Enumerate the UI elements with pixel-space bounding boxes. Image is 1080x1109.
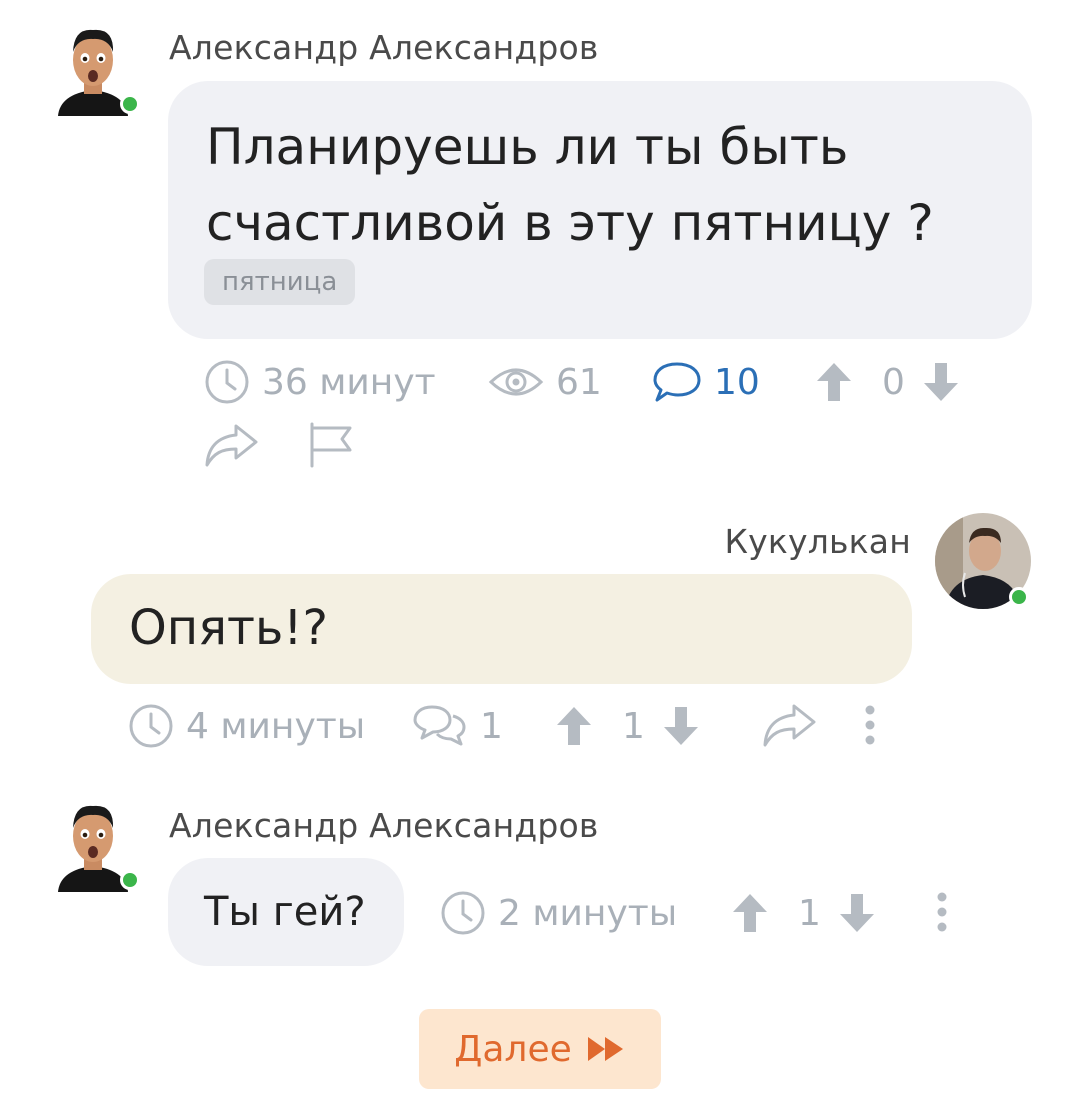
downvote-icon[interactable] (921, 360, 961, 404)
rating-value: 1 (798, 892, 821, 934)
replies-icon (413, 705, 466, 746)
message-bubble: Ты гей? (168, 858, 404, 966)
time-label: 4 минуты (186, 705, 366, 747)
post-time: 36 минут (262, 361, 436, 403)
message-text-line: Планируешь ли ты быть (206, 118, 849, 176)
online-indicator (120, 94, 140, 114)
online-indicator (1009, 587, 1029, 607)
online-indicator (120, 870, 140, 890)
comment-time: 2 минуты (440, 889, 677, 937)
message-text-line: счастливой в эту пятницу ? (206, 194, 934, 252)
reply-time: 4 минуты (128, 702, 365, 750)
tag-chip[interactable]: пятница (204, 259, 356, 305)
eye-icon (488, 368, 544, 396)
share-icon[interactable] (760, 700, 818, 750)
replies-count: 1 (480, 705, 503, 747)
clock-icon (129, 704, 173, 748)
rating-value: 1 (622, 705, 645, 747)
message-text: Опять!? (129, 600, 329, 656)
rating-control: 1 (554, 702, 701, 750)
next-page-label: Далее (454, 1028, 572, 1070)
rating-control: 1 (730, 889, 877, 937)
message-bubble: Планируешь ли ты быть счастливой в эту п… (168, 81, 1032, 339)
avatar[interactable] (56, 24, 140, 116)
avatar-image (58, 29, 128, 116)
time-label: 2 минуты (498, 892, 678, 934)
message-text: Ты гей? (204, 889, 366, 935)
post-meta-row: 36 минут (204, 358, 436, 406)
clock-icon (205, 360, 249, 404)
message-text: Планируешь ли ты быть счастливой в эту п… (206, 109, 934, 261)
fast-forward-icon (587, 1037, 623, 1061)
views-count: 61 (556, 361, 602, 403)
more-options-icon[interactable] (932, 889, 952, 935)
downvote-icon[interactable] (661, 704, 701, 748)
more-options-icon[interactable] (860, 702, 880, 748)
author-name[interactable]: Александр Александров (169, 28, 599, 67)
downvote-icon[interactable] (837, 891, 877, 935)
views-stat: 61 (488, 358, 602, 406)
rating-value: 0 (882, 361, 905, 403)
comments-link[interactable]: 10 (652, 358, 760, 406)
share-icon[interactable] (202, 420, 260, 470)
next-page-button[interactable]: Далее (419, 1009, 661, 1089)
comment-bubble-icon (653, 362, 701, 402)
message-bubble: Опять!? (91, 574, 912, 684)
replies-link[interactable]: 1 (412, 702, 503, 750)
upvote-icon[interactable] (814, 360, 854, 404)
author-name[interactable]: Александр Александров (169, 806, 599, 845)
flag-icon[interactable] (306, 420, 356, 470)
clock-icon (441, 891, 485, 935)
avatar[interactable] (56, 800, 140, 892)
author-name[interactable]: Кукулькан (725, 522, 912, 561)
avatar-image (58, 805, 128, 892)
rating-control: 0 (814, 358, 961, 406)
comments-count: 10 (714, 361, 760, 403)
upvote-icon[interactable] (554, 704, 594, 748)
upvote-icon[interactable] (730, 891, 770, 935)
